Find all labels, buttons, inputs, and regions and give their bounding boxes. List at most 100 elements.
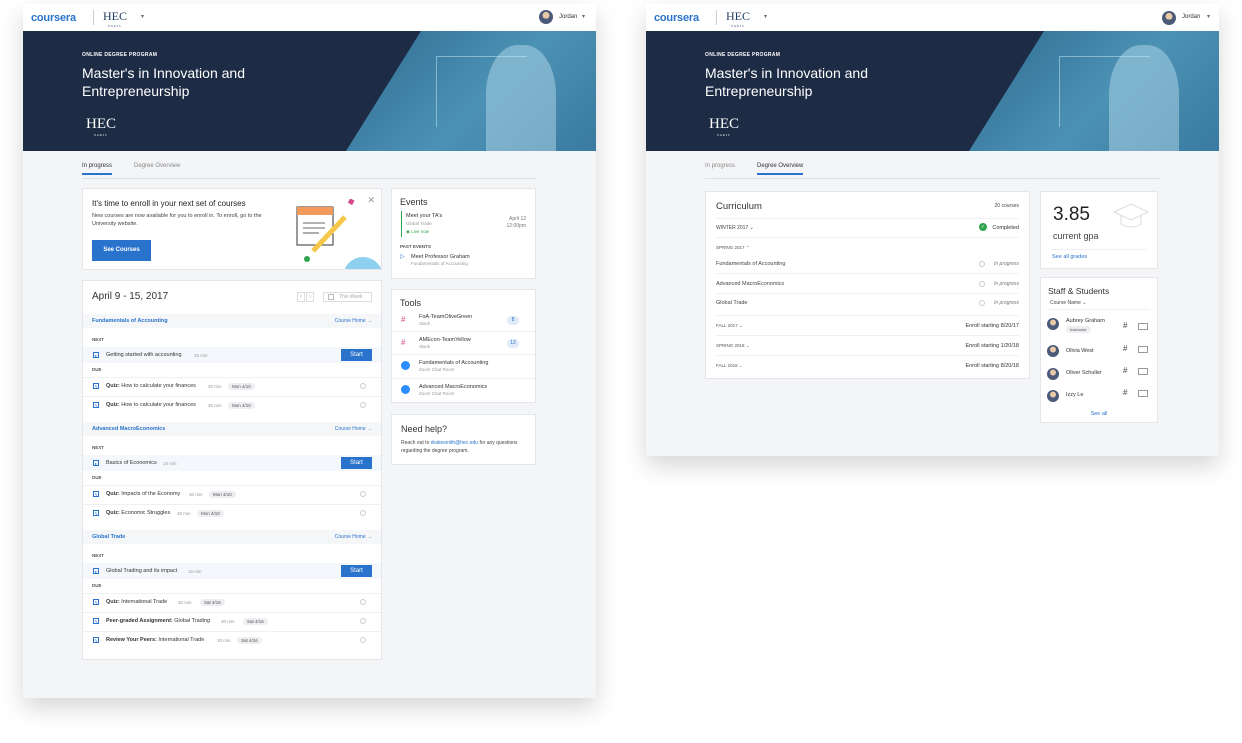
- dashboard-degree-overview: coursera HEC PARIS ▾ Jordan ▾ ONLINE DEGR…: [646, 4, 1219, 456]
- slack-icon[interactable]: #: [1123, 388, 1127, 397]
- due-item[interactable]: ✎ Quiz: Impacts of the Economy 30 min Mo…: [83, 485, 381, 503]
- top-bar: coursera HEC PARIS ▾ Jordan ▾: [646, 4, 1219, 31]
- tab-in-progress[interactable]: In progress: [82, 163, 113, 175]
- chevron-left-icon[interactable]: ‹: [297, 292, 305, 302]
- dashboard-in-progress: coursera HEC PARIS ▾ Jordan ▾ ONLINE DEGR…: [23, 4, 596, 698]
- tab-bar: In progress Degree Overview: [82, 163, 537, 179]
- see-courses-button[interactable]: See Courses: [92, 240, 151, 261]
- next-item[interactable]: ▸ Getting started with accounting 15 min…: [83, 347, 381, 363]
- sort-dropdown[interactable]: Course Name ⌄: [1050, 300, 1086, 306]
- chevron-up-icon: ⌃: [745, 245, 750, 250]
- term-winter-2017[interactable]: WINTER 2017 ⌄: [716, 225, 1019, 231]
- next-item[interactable]: ▸ Basics of Economics 15 min Start: [83, 455, 381, 471]
- coursera-logo[interactable]: coursera: [31, 12, 76, 24]
- mail-icon[interactable]: [1138, 368, 1148, 375]
- enroll-body: New courses are now available for you to…: [92, 213, 262, 227]
- avatar: [1047, 345, 1059, 357]
- course-home-link[interactable]: Course Home →: [335, 426, 372, 432]
- start-button[interactable]: Start: [341, 565, 372, 577]
- due-item[interactable]: ✎ Quiz: How to calculate your finances 3…: [83, 377, 381, 395]
- user-name[interactable]: Jordan: [1182, 14, 1200, 20]
- course-name[interactable]: Global Trade: [92, 534, 125, 540]
- illustration: [296, 199, 382, 269]
- mail-icon[interactable]: [1138, 323, 1148, 330]
- due-item[interactable]: ✎ Peer-graded Assignment: Global Trading…: [83, 612, 381, 630]
- coursera-logo[interactable]: coursera: [654, 12, 699, 24]
- video-icon: ▸: [93, 568, 99, 574]
- chevron-down-icon: ⌄: [749, 225, 754, 231]
- curriculum-course[interactable]: Global Trade: [716, 300, 1019, 306]
- complete-checkbox[interactable]: [360, 491, 366, 497]
- role-badge: Instructor: [1066, 326, 1091, 333]
- chevron-down-icon[interactable]: ▾: [582, 13, 585, 20]
- person-name[interactable]: Olivia West: [1066, 348, 1094, 354]
- tab-degree-overview[interactable]: Degree Overview: [757, 163, 804, 175]
- course-header: Global Trade Course Home →: [83, 530, 381, 544]
- complete-checkbox[interactable]: [360, 402, 366, 408]
- see-all-link[interactable]: See all: [1041, 411, 1157, 417]
- next-item[interactable]: ▸ Global Trading and its impact 15 min S…: [83, 563, 381, 579]
- due-date-badge: Mon 4/10: [197, 510, 224, 517]
- event-date: April 12: [509, 216, 526, 222]
- events-card: Events Meet your TA's Global Trade ◉ Liv…: [391, 188, 536, 279]
- gpa-card: 3.85 current gpa See all grades: [1040, 191, 1158, 269]
- curriculum-course[interactable]: Advanced MacroEconomics: [716, 281, 1019, 287]
- help-card: Need help? Reach out to drakesmith@hec.e…: [391, 414, 536, 465]
- chevron-down-icon[interactable]: ▾: [141, 13, 144, 20]
- see-all-grades-link[interactable]: See all grades: [1052, 254, 1087, 260]
- tab-in-progress[interactable]: In progress: [705, 163, 735, 173]
- email-link[interactable]: drakesmith@hec.edu: [431, 440, 478, 446]
- hec-logo: HEC PARIS: [709, 116, 739, 137]
- start-button[interactable]: Start: [341, 457, 372, 469]
- chevron-down-icon[interactable]: ▾: [764, 13, 767, 20]
- tab-bar: In progress Degree Overview: [705, 163, 1160, 179]
- curriculum-course[interactable]: Fundamentals of Accounting: [716, 261, 1019, 267]
- slack-icon[interactable]: #: [1123, 321, 1127, 330]
- term-spring-2017[interactable]: SPRING 2017 ⌃: [716, 245, 1019, 251]
- mail-icon[interactable]: [1138, 390, 1148, 397]
- due-item[interactable]: ✎ Quiz: How to calculate your finances 3…: [83, 396, 381, 414]
- play-icon: ▷: [400, 254, 405, 260]
- complete-checkbox[interactable]: [360, 383, 366, 389]
- chevron-down-icon[interactable]: ▾: [1207, 13, 1210, 20]
- video-icon: ▸: [93, 460, 99, 466]
- course-header: Fundamentals of Accounting Course Home →: [83, 314, 381, 328]
- event-title[interactable]: Meet your TA's: [406, 213, 442, 219]
- complete-checkbox[interactable]: [360, 637, 366, 643]
- complete-checkbox[interactable]: [360, 599, 366, 605]
- help-text: Reach out to drakesmith@hec.edu for any …: [401, 440, 518, 454]
- avatar: [1047, 368, 1059, 380]
- course-home-link[interactable]: Course Home →: [335, 534, 372, 540]
- due-item[interactable]: ✎ Quiz: International Trade 30 min Sat 4…: [83, 593, 381, 611]
- tool-item[interactable]: Advanced MacroEconomics: [419, 384, 487, 390]
- chevron-down-icon: ⌄: [738, 363, 743, 368]
- complete-checkbox[interactable]: [360, 618, 366, 624]
- due-item[interactable]: ✎ Quiz: Economic Struggles 30 min Mon 4/…: [83, 504, 381, 522]
- mail-icon[interactable]: [1138, 346, 1148, 353]
- tool-item[interactable]: FoA-TeamOliveGreen: [419, 314, 472, 320]
- course-name[interactable]: Advanced MacroEconomics: [92, 426, 165, 432]
- week-schedule: April 9 - 15, 2017 ‹ › This Week Fundame…: [82, 280, 382, 660]
- person-name[interactable]: Oliver Schuller: [1066, 370, 1102, 376]
- course-home-link[interactable]: Course Home →: [335, 318, 372, 324]
- course-name[interactable]: Fundamentals of Accounting: [92, 318, 168, 324]
- tool-item[interactable]: Fundamentals of Accounting: [419, 360, 488, 366]
- tool-item[interactable]: AMEcon-TeamYellow: [419, 337, 471, 343]
- person-name[interactable]: Aubrey Graham: [1066, 318, 1105, 324]
- avatar[interactable]: [539, 10, 553, 24]
- start-button[interactable]: Start: [341, 349, 372, 361]
- slack-icon[interactable]: #: [1123, 366, 1127, 375]
- enroll-title: It's time to enroll in your next set of …: [92, 199, 246, 208]
- slack-icon[interactable]: #: [1123, 344, 1127, 353]
- complete-checkbox[interactable]: [360, 510, 366, 516]
- person-name[interactable]: Izzy Le: [1066, 392, 1083, 398]
- user-name[interactable]: Jordan: [559, 14, 577, 20]
- quiz-icon: ✎: [93, 402, 99, 408]
- count-badge: 12: [507, 339, 519, 348]
- quiz-icon: ✎: [93, 510, 99, 516]
- avatar[interactable]: [1162, 11, 1176, 25]
- tab-degree-overview[interactable]: Degree Overview: [134, 163, 180, 173]
- due-item[interactable]: ✎ Review Your Peers: International Trade…: [83, 631, 381, 649]
- past-event-title[interactable]: Meet Professor Graham: [411, 254, 470, 260]
- chevron-right-icon[interactable]: ›: [306, 292, 314, 302]
